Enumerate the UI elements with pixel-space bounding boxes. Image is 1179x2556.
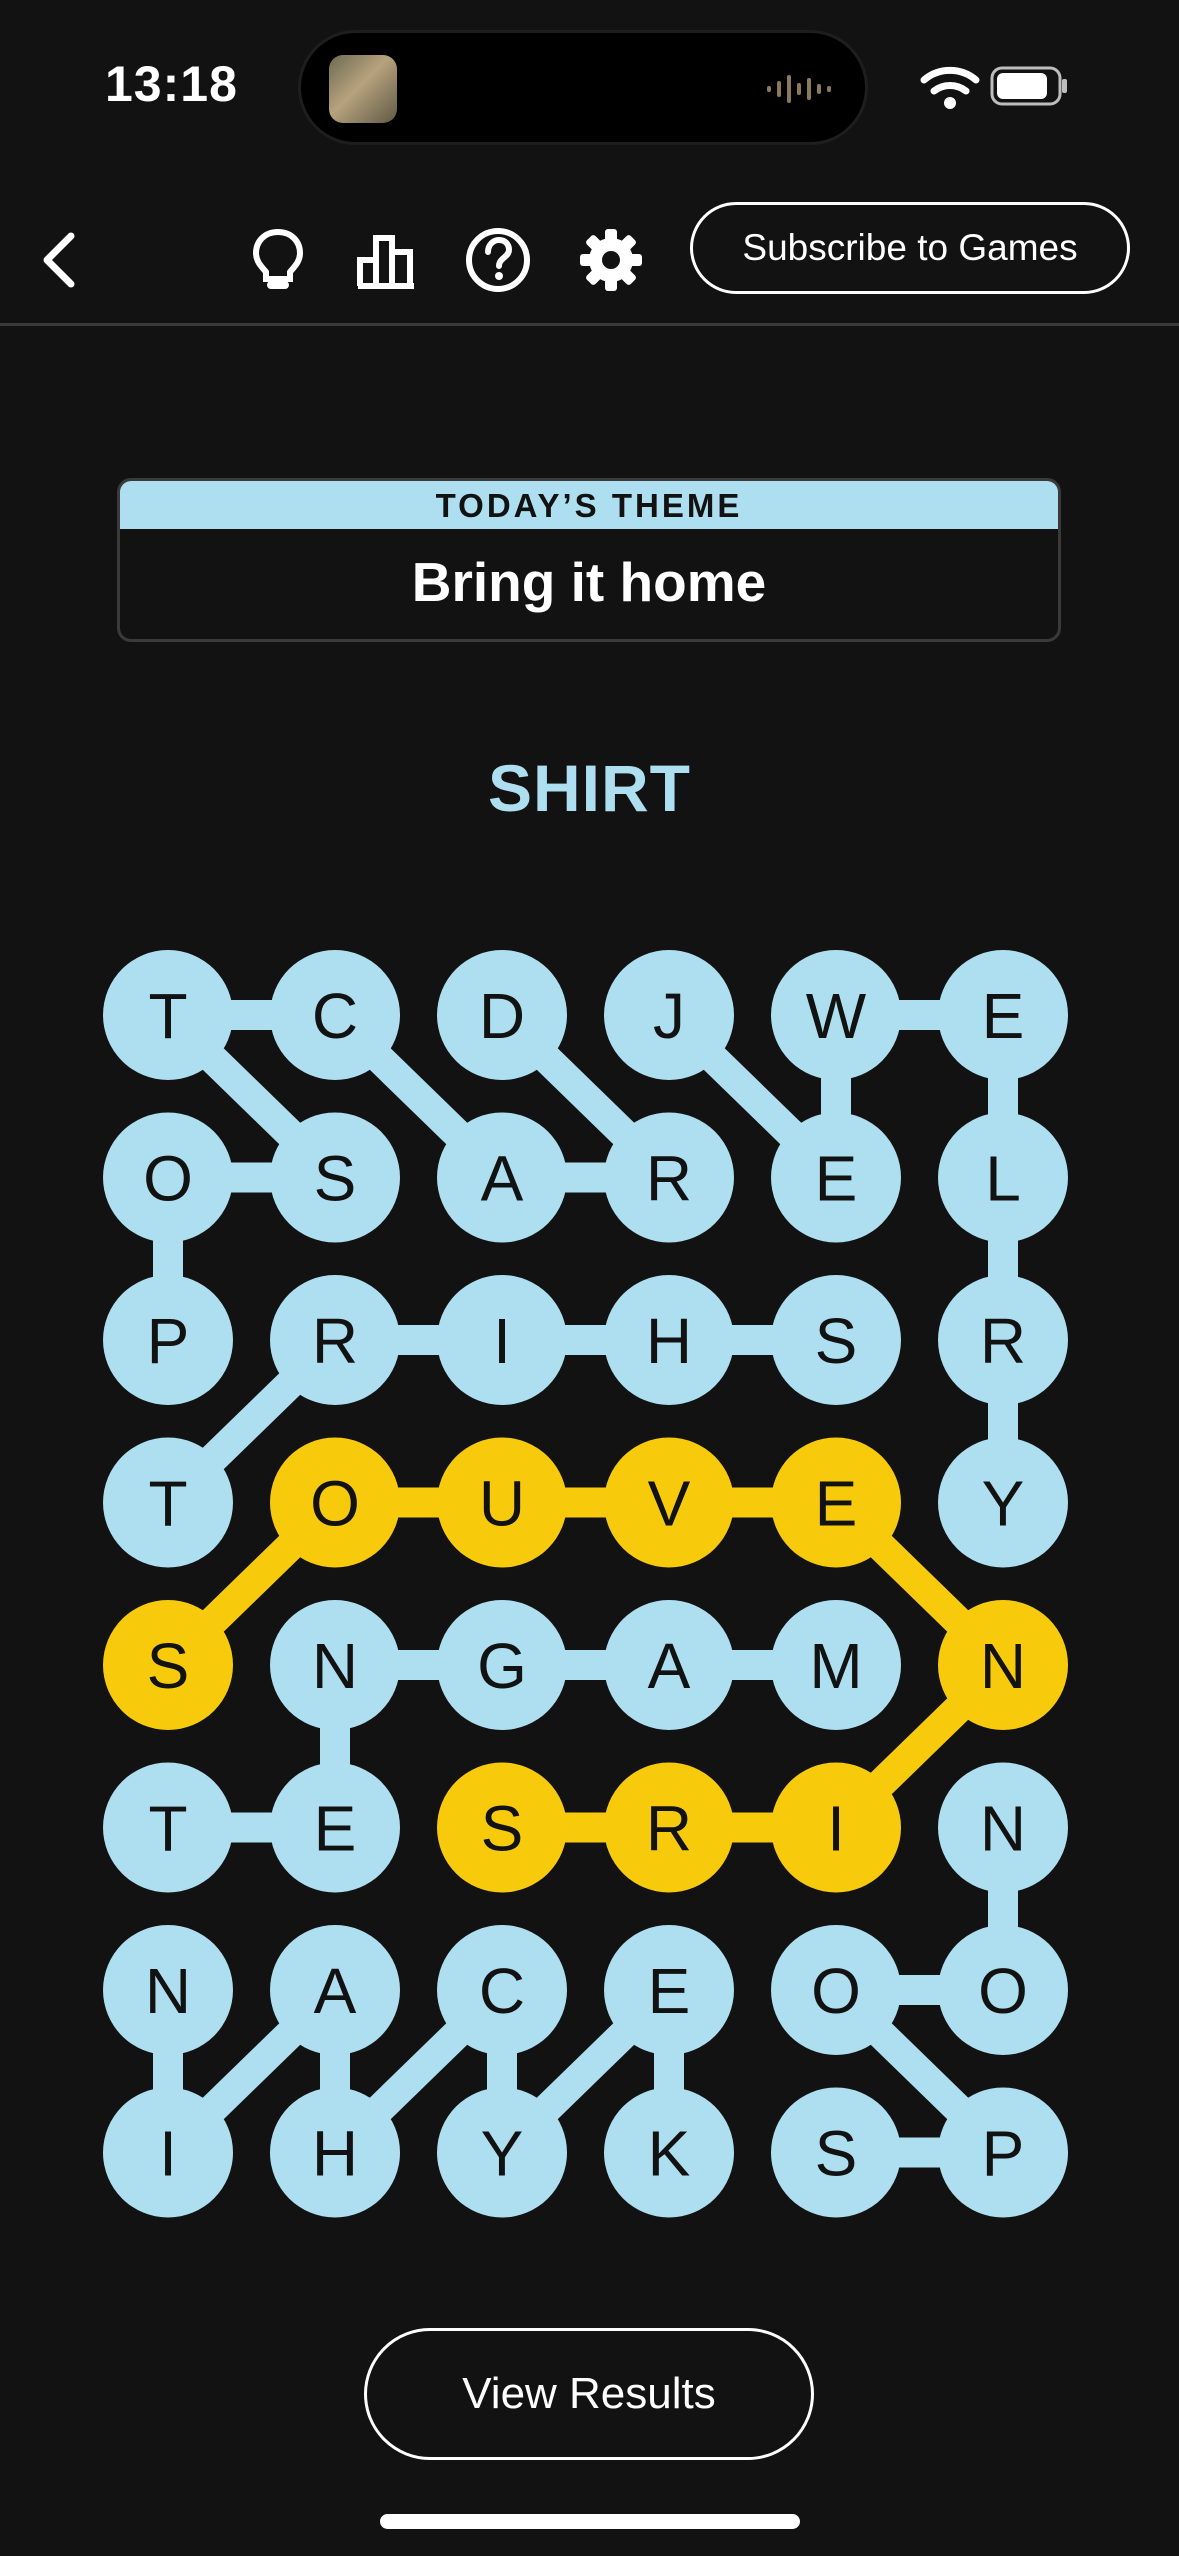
letter-tile[interactable]: I [437,1275,567,1405]
letter-tile-label: I [827,1793,845,1865]
letter-tile[interactable]: P [103,1275,233,1405]
letter-tile-label: H [646,1305,692,1377]
letter-tile[interactable]: A [604,1600,734,1730]
letter-tile[interactable]: A [270,1925,400,2055]
letter-tile-label: D [479,980,525,1052]
letter-tile[interactable]: W [771,950,901,1080]
letter-tile[interactable]: O [771,1925,901,2055]
letter-tile[interactable]: T [103,1437,233,1568]
letter-tile-label: R [312,1305,358,1377]
letter-tile-label: H [312,2118,358,2190]
letter-tile-label: E [815,1468,858,1540]
letter-tile-label: S [815,1305,858,1377]
letter-tile-label: R [646,1143,692,1215]
letter-tile[interactable]: G [437,1600,567,1730]
letter-tile-label: S [481,1793,524,1865]
letter-tile[interactable]: E [771,1112,901,1243]
letter-tile[interactable]: Y [938,1437,1068,1568]
letter-tile-label: O [310,1468,360,1540]
letter-tile[interactable]: T [103,950,233,1080]
letter-tile-label: O [143,1143,193,1215]
letter-tile-label: R [646,1793,692,1865]
letter-tile[interactable]: D [437,950,567,1080]
letter-tile[interactable]: N [938,1600,1068,1730]
letter-tile-label: A [481,1143,524,1215]
letter-tile-label: M [809,1630,862,1702]
letter-tile-label: N [980,1630,1026,1702]
letter-tile-label: W [806,980,867,1052]
letter-tile[interactable]: S [771,1275,901,1405]
letter-tile[interactable]: O [938,1925,1068,2055]
letter-tile[interactable]: I [103,2087,233,2218]
letter-tile-label: N [312,1630,358,1702]
letter-tile[interactable]: T [103,1762,233,1893]
letter-tile-label: P [147,1305,190,1377]
letter-tile[interactable]: I [771,1762,901,1893]
letter-tile-label: N [145,1955,191,2027]
letter-tile[interactable]: P [938,2087,1068,2218]
letter-tile-label: P [982,2118,1025,2190]
letter-tile[interactable]: E [270,1762,400,1893]
letter-tile[interactable]: O [270,1437,400,1568]
letter-tile-label: I [159,2118,177,2190]
letter-tile[interactable]: C [437,1925,567,2055]
letter-tile[interactable]: S [270,1112,400,1243]
letter-tile[interactable]: E [938,950,1068,1080]
letter-tile-label: O [811,1955,861,2027]
letter-tile-label: L [985,1143,1021,1215]
letter-tile-label: S [147,1630,190,1702]
letter-tile-label: R [980,1305,1026,1377]
letter-tile-label: J [653,980,685,1052]
letter-tile[interactable]: L [938,1112,1068,1243]
letter-tile-label: T [148,980,187,1052]
letter-tile-label: E [648,1955,691,2027]
letter-tile[interactable]: C [270,950,400,1080]
letter-grid: T C D J W E O S A R E L P R I H S R T O U V E Y S N G A M N T E S R I N N A C E… [103,950,1068,2218]
letter-tile[interactable]: R [938,1275,1068,1405]
letter-tile[interactable]: V [604,1437,734,1568]
letter-tile-label: E [815,1143,858,1215]
letter-tile[interactable]: S [437,1762,567,1893]
letter-tile-label: Y [982,1468,1025,1540]
letter-tile[interactable]: U [437,1437,567,1568]
letter-tile[interactable]: N [938,1762,1068,1893]
letter-tile-label: E [982,980,1025,1052]
letter-tile-label: G [477,1630,527,1702]
letter-tile-label: T [148,1468,187,1540]
letter-tile-label: V [648,1468,691,1540]
letter-tile[interactable]: R [270,1275,400,1405]
letter-tile[interactable]: N [103,1925,233,2055]
letter-tile[interactable]: H [270,2087,400,2218]
letter-tile-label: K [648,2118,691,2190]
letter-tile-label: I [493,1305,511,1377]
letter-tile-label: C [312,980,358,1052]
letter-tile[interactable]: N [270,1600,400,1730]
letter-tile[interactable]: S [103,1600,233,1730]
letter-tile-label: O [978,1955,1028,2027]
letter-tile-label: C [479,1955,525,2027]
letter-tile[interactable]: O [103,1112,233,1243]
letter-tile[interactable]: R [604,1112,734,1243]
letter-tile[interactable]: M [771,1600,901,1730]
letter-tile[interactable]: J [604,950,734,1080]
home-indicator[interactable] [380,2514,800,2529]
letter-tile[interactable]: A [437,1112,567,1243]
letter-tile[interactable]: K [604,2087,734,2218]
letter-tile-label: T [148,1793,187,1865]
view-results-button[interactable]: View Results [364,2328,814,2460]
letter-tile-label: N [980,1793,1026,1865]
letter-tile[interactable]: E [771,1437,901,1568]
letter-tile-label: E [314,1793,357,1865]
letter-tile[interactable]: R [604,1762,734,1893]
letter-tile-label: S [314,1143,357,1215]
letter-tile-label: Y [481,2118,524,2190]
letter-tile[interactable]: H [604,1275,734,1405]
letter-tile[interactable]: Y [437,2087,567,2218]
letter-tile-label: U [479,1468,525,1540]
letter-tile-label: A [314,1955,357,2027]
letter-tile-label: S [815,2118,858,2190]
letter-tile-label: A [648,1630,691,1702]
letter-tile[interactable]: S [771,2087,901,2218]
letter-tile[interactable]: E [604,1925,734,2055]
